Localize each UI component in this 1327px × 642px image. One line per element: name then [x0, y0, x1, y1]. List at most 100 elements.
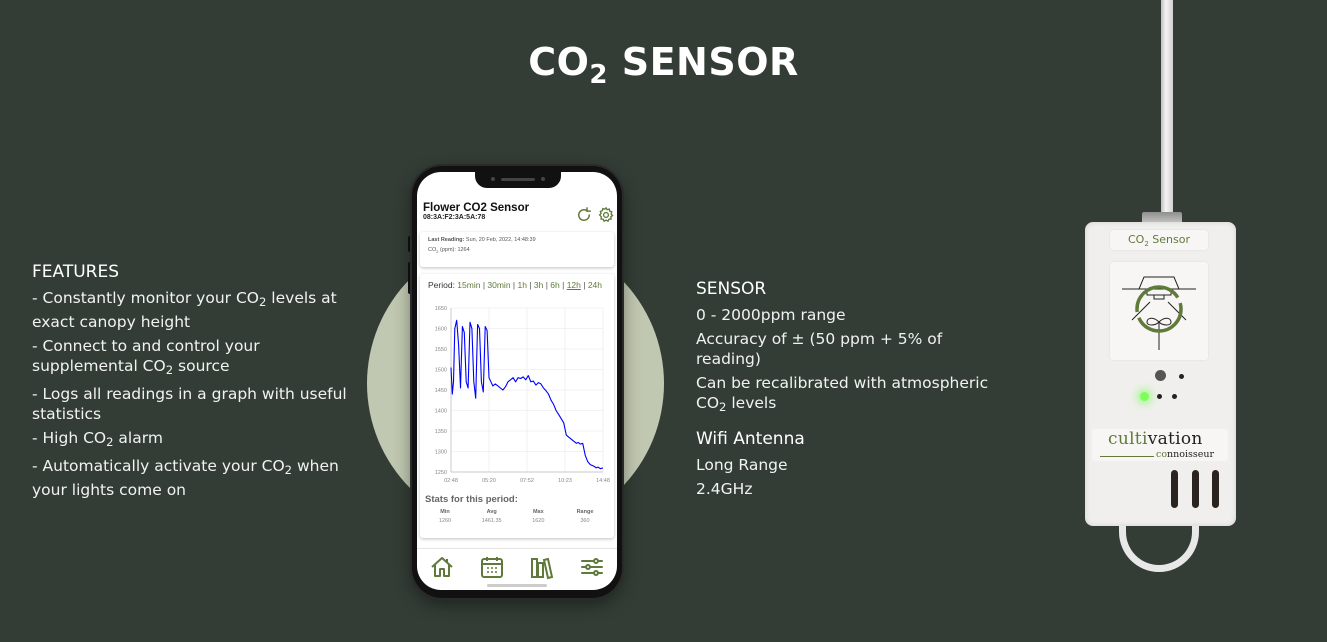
y-tick-label: 1550: [435, 347, 447, 353]
light-sensor: [1155, 370, 1166, 381]
title-text-suffix: SENSOR: [608, 40, 799, 84]
x-tick-label: 02:48: [444, 478, 458, 484]
device-cable-top: [1161, 0, 1173, 218]
stat-key: Min: [440, 509, 450, 515]
period-selector: Period: 15min | 30min | 1h | 3h | 6h | 1…: [428, 280, 606, 291]
co2-label: CO: [428, 247, 437, 253]
status-led-green: [1140, 392, 1149, 401]
stat-key: Range: [576, 509, 594, 515]
indicator-hole: [1157, 394, 1162, 399]
grow-light-logo: [1110, 262, 1208, 360]
co2-line-chart: 1250 1300 1350 1400 1450 1500 1550 1600 1650 02:4…: [435, 306, 610, 484]
sensor-specs-list: 0 - 2000ppm range Accuracy of ± (50 ppm +…: [696, 305, 1006, 417]
stat-max: Max 1620: [518, 509, 558, 524]
gear-icon[interactable]: [597, 206, 615, 224]
co2-value: 1264: [457, 247, 470, 253]
feature-item: - Connect to and control your supplement…: [32, 337, 260, 377]
period-separator: |: [526, 280, 534, 290]
last-reading-value: Sun, 20 Feb, 2022, 14:48:39: [464, 237, 536, 243]
home-indicator: [487, 584, 547, 587]
indicator-hole: [1179, 374, 1184, 379]
stats-title: Stats for this period:: [425, 494, 518, 505]
period-option-24h[interactable]: 24h: [588, 280, 602, 290]
grow-light-plant-icon: [1122, 276, 1196, 350]
x-tick-label: 14:48: [596, 478, 610, 484]
wifi-spec-line: Long Range: [696, 456, 788, 474]
x-tick-label: 05:20: [482, 478, 496, 484]
sensor-spec-line: 0 - 2000ppm range: [696, 306, 846, 324]
device-label: CO2 Sensor: [1110, 230, 1208, 250]
period-option-3h[interactable]: 3h: [534, 280, 543, 290]
title-text: CO: [528, 40, 590, 84]
period-label: Period:: [428, 280, 458, 290]
stat-avg: Avg 1461.35: [472, 509, 512, 524]
camera-dot: [491, 177, 495, 181]
stat-range: Range 360: [565, 509, 605, 524]
period-separator: |: [559, 280, 567, 290]
period-separator: |: [580, 280, 588, 290]
features-heading: FEATURES: [32, 262, 120, 282]
stat-value: 1461.35: [481, 518, 502, 524]
feature-item: - Automatically activate your CO2 when y…: [32, 457, 339, 499]
y-tick-label: 1650: [435, 306, 447, 312]
speaker-grille: [501, 178, 535, 181]
wifi-spec-line: 2.4GHz: [696, 480, 753, 498]
features-list: - Constantly monitor your CO2 levels at …: [32, 288, 352, 500]
wifi-specs-list: Long Range 2.4GHz: [696, 455, 1006, 499]
y-tick-label: 1350: [435, 429, 447, 435]
y-tick-label: 1400: [435, 409, 447, 415]
co2-sensor-device: CO2 Sensor cultivation connoisseur: [1085, 222, 1236, 526]
sensor-spec-line: Can be recalibrated with atmospheric CO2…: [696, 374, 989, 414]
co2-unit: (ppm):: [438, 247, 458, 253]
phone-mockup: Flower CO2 Sensor 08:3A:F2:3A:5A:78 Last…: [412, 166, 622, 598]
indicator-hole: [1172, 394, 1177, 399]
brand-divider: [1100, 456, 1154, 457]
stat-value: 1620: [532, 518, 545, 524]
title-subscript: 2: [589, 60, 608, 90]
y-tick-label: 1500: [435, 368, 447, 374]
vent-slot: [1171, 470, 1178, 508]
stat-min: Min 1260: [425, 509, 465, 524]
y-tick-label: 1300: [435, 450, 447, 456]
sensor-heading: SENSOR: [696, 279, 767, 299]
vent-slot: [1192, 470, 1199, 508]
wifi-heading: Wifi Antenna: [696, 429, 805, 449]
brand-name-line1: cultivation: [1108, 429, 1203, 449]
period-option-12h[interactable]: 12h: [567, 280, 581, 290]
sliders-icon[interactable]: [579, 554, 605, 580]
stat-value: 360: [580, 518, 590, 524]
feature-item: - High CO2 alarm: [32, 429, 163, 449]
device-label-suffix: Sensor: [1148, 233, 1190, 246]
y-tick-label: 1450: [435, 388, 447, 394]
phone-notch: [475, 172, 561, 188]
stat-key: Max: [532, 509, 544, 515]
specs-section: SENSOR 0 - 2000ppm range Accuracy of ± (5…: [696, 279, 1006, 503]
stat-value: 1260: [438, 518, 452, 524]
last-reading-label: Last Reading:: [428, 237, 465, 243]
feature-item: - Logs all readings in a graph with usef…: [32, 385, 347, 423]
vent-slot: [1212, 470, 1219, 508]
page-title: CO2 SENSOR: [0, 40, 1327, 90]
y-tick-label: 1250: [435, 470, 447, 476]
y-tick-label: 1600: [435, 327, 447, 333]
feature-item: - Constantly monitor your CO2 levels at …: [32, 289, 337, 331]
x-tick-label: 10:23: [558, 478, 572, 484]
library-icon[interactable]: [529, 554, 555, 580]
home-icon[interactable]: [429, 554, 455, 580]
brand-logo: cultivation connoisseur: [1092, 429, 1228, 461]
brand-name-line2: connoisseur: [1156, 449, 1215, 460]
device-label-text: CO: [1127, 233, 1145, 246]
sensor-dot: [541, 177, 545, 181]
period-option-15min[interactable]: 15min: [457, 280, 480, 290]
period-option-30min[interactable]: 30min: [487, 280, 510, 290]
calendar-icon[interactable]: [479, 554, 505, 580]
features-section: FEATURES - Constantly monitor your CO2 l…: [32, 262, 352, 504]
phone-screen: Flower CO2 Sensor 08:3A:F2:3A:5A:78 Last…: [417, 172, 617, 590]
x-tick-label: 07:52: [520, 478, 534, 484]
period-option-6h[interactable]: 6h: [550, 280, 559, 290]
sensor-spec-line: Accuracy of ± (50 ppm + 5% of reading): [696, 330, 943, 368]
refresh-icon[interactable]: [575, 206, 593, 224]
app-header: Flower CO2 Sensor 08:3A:F2:3A:5A:78: [423, 202, 615, 224]
stats-grid: Min 1260 Avg 1461.35 Max 1620 Range 360: [425, 509, 605, 524]
period-option-1h[interactable]: 1h: [517, 280, 526, 290]
